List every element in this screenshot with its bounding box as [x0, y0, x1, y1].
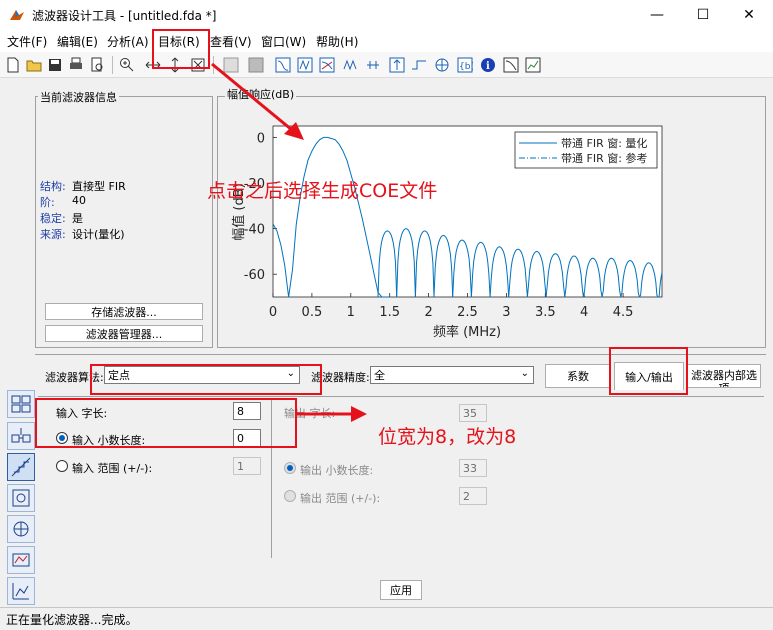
- x-tick-label: 4: [580, 305, 588, 320]
- menu-window[interactable]: 窗口(W): [261, 33, 306, 50]
- filter-precision-value: 全: [374, 369, 385, 382]
- toolbar: [0, 52, 773, 78]
- info-value-source: 设计(量化): [72, 228, 125, 241]
- x-tick-label: 0.5: [302, 305, 323, 320]
- info-value-order: 40: [72, 194, 86, 207]
- annotation-box-input-fields: [35, 398, 297, 448]
- output-range-field[interactable]: 2: [459, 487, 487, 505]
- input-range-field[interactable]: 1: [233, 457, 261, 475]
- sidebar-design-filter-icon[interactable]: [7, 546, 35, 574]
- menu-analysis[interactable]: 分析(A): [107, 33, 149, 50]
- zoom-in-icon[interactable]: [118, 56, 136, 74]
- x-tick-label: 1.5: [379, 305, 400, 320]
- x-tick-label: 3.5: [535, 305, 556, 320]
- y-axis: 0-20-40-60: [244, 131, 277, 283]
- store-filter-button[interactable]: 存储滤波器...: [45, 303, 203, 320]
- annotation-word-note: 位宽为8，改为8: [378, 426, 517, 448]
- output-word-length-field[interactable]: 35: [459, 404, 487, 422]
- open-folder-icon[interactable]: [25, 56, 43, 74]
- annotation-arrow-menu: [211, 62, 304, 140]
- sidebar-pole-zero-editor-icon[interactable]: [7, 484, 35, 512]
- print-icon[interactable]: [67, 56, 85, 74]
- x-axis-label: 频率 (MHz): [433, 324, 501, 340]
- chevron-down-icon: ⌄: [520, 368, 529, 379]
- x-tick-label: 2.5: [457, 305, 478, 320]
- group-delay-icon[interactable]: [341, 56, 359, 74]
- annotation-box-arith-select: [90, 364, 322, 395]
- mag-phase-icon[interactable]: [318, 56, 336, 74]
- info-value-structure: 直接型 FIR: [72, 180, 126, 193]
- phase-delay-icon[interactable]: [364, 56, 382, 74]
- minimize-button[interactable]: —: [634, 0, 680, 30]
- apply-button[interactable]: 应用: [380, 580, 422, 600]
- annotation-arrow-word: [297, 406, 367, 422]
- maximize-button[interactable]: ☐: [680, 0, 726, 30]
- noise-power-icon[interactable]: [524, 56, 542, 74]
- info-label-stable: 稳定:: [40, 212, 66, 225]
- save-icon[interactable]: [46, 56, 64, 74]
- matlab-app-icon: [9, 7, 25, 23]
- sidebar-quantization-icon[interactable]: [7, 453, 35, 481]
- x-tick-label: 3: [502, 305, 510, 320]
- step-response-icon[interactable]: [410, 56, 428, 74]
- input-range-label: 输入 范围 (+/-):: [72, 462, 153, 475]
- maximize-icon: ☐: [696, 7, 710, 23]
- info-label-order: 阶:: [40, 196, 55, 209]
- output-frac-length-radio[interactable]: [284, 462, 296, 474]
- menu-edit[interactable]: 编辑(E): [57, 33, 98, 50]
- tab-filter-internals[interactable]: 滤波器内部选项: [687, 364, 761, 388]
- new-file-icon[interactable]: [4, 56, 22, 74]
- status-text: 正在量化滤波器...完成。: [6, 613, 138, 627]
- output-range-label: 输出 范围 (+/-):: [300, 492, 381, 505]
- window-title: 滤波器设计工具 - [untitled.fda *]: [32, 9, 217, 23]
- menu-help[interactable]: 帮助(H): [316, 33, 358, 50]
- impulse-response-icon[interactable]: [388, 56, 406, 74]
- annotation-box-io-tab: [609, 347, 688, 395]
- tab-coefficients[interactable]: 系数: [545, 364, 611, 388]
- input-range-radio[interactable]: [56, 460, 68, 472]
- close-icon: ✕: [743, 7, 755, 23]
- info-label-structure: 结构:: [40, 180, 66, 193]
- svg-text:{b}: {b}: [459, 62, 473, 72]
- legend-entry-quantized: 带通 FIR 窗: 量化: [561, 136, 647, 150]
- close-button[interactable]: ✕: [726, 0, 772, 30]
- minimize-icon: —: [650, 7, 664, 23]
- output-frac-length-field[interactable]: 33: [459, 459, 487, 477]
- sidebar-transform-filter-icon[interactable]: [7, 390, 35, 418]
- filter-manager-button[interactable]: 滤波器管理器...: [45, 325, 203, 342]
- annotation-menu-note: 点击之后选择生成COE文件: [207, 180, 438, 202]
- info-label-source: 来源:: [40, 228, 66, 241]
- output-frac-length-label: 输出 小数长度:: [300, 464, 374, 477]
- x-tick-label: 1: [347, 305, 355, 320]
- magnitude-estimate-icon[interactable]: [502, 56, 520, 74]
- pole-zero-icon[interactable]: [433, 56, 451, 74]
- menu-file[interactable]: 文件(F): [7, 33, 47, 50]
- filter-info-title: 当前滤波器信息: [38, 89, 119, 105]
- y-tick-label: -60: [244, 268, 265, 283]
- info-value-stable: 是: [72, 212, 83, 225]
- sidebar-multirate-icon[interactable]: [7, 515, 35, 543]
- print-preview-icon[interactable]: [88, 56, 106, 74]
- output-range-radio[interactable]: [284, 490, 296, 502]
- filter-precision-select[interactable]: 全 ⌄: [370, 366, 534, 384]
- x-tick-label: 4.5: [613, 305, 634, 320]
- info-icon[interactable]: i: [479, 56, 497, 74]
- coefficients-icon[interactable]: {b}: [456, 56, 474, 74]
- menu-view[interactable]: 查看(V): [210, 33, 252, 50]
- x-tick-label: 2: [424, 305, 432, 320]
- svg-text:i: i: [486, 61, 490, 72]
- toolbar-separator: [112, 56, 113, 74]
- sidebar-realize-model-icon[interactable]: [7, 422, 35, 450]
- sidebar-import-filter-icon[interactable]: [7, 577, 35, 605]
- legend-entry-reference: 带通 FIR 窗: 参考: [561, 151, 647, 165]
- x-tick-label: 0: [269, 305, 277, 320]
